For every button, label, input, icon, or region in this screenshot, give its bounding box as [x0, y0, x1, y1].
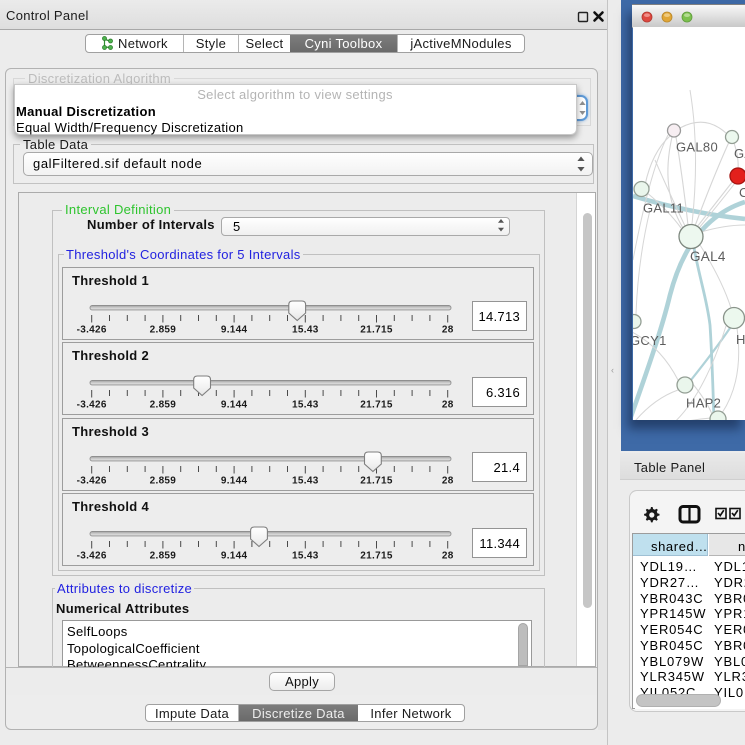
- svg-text:28: 28: [442, 551, 454, 562]
- svg-text:9.144: 9.144: [221, 475, 248, 486]
- svg-text:-3.426: -3.426: [77, 475, 107, 486]
- svg-text:GAL80: GAL80: [676, 140, 718, 155]
- svg-text:28: 28: [442, 400, 454, 411]
- svg-text:28: 28: [442, 324, 454, 335]
- svg-text:GAL4: GAL4: [690, 249, 726, 264]
- svg-text:9.144: 9.144: [221, 551, 248, 562]
- svg-text:C: C: [739, 185, 745, 200]
- svg-text:2.859: 2.859: [150, 400, 177, 411]
- svg-text:15.43: 15.43: [292, 324, 319, 335]
- svg-text:GAL11: GAL11: [643, 201, 684, 216]
- svg-text:21.715: 21.715: [360, 400, 393, 411]
- svg-text:9.144: 9.144: [221, 400, 248, 411]
- svg-text:-3.426: -3.426: [77, 400, 107, 411]
- svg-text:2.859: 2.859: [150, 475, 177, 486]
- svg-text:HAP2: HAP2: [686, 396, 721, 411]
- svg-text:GCY1: GCY1: [633, 333, 667, 348]
- svg-text:2.859: 2.859: [150, 551, 177, 562]
- svg-text:15.43: 15.43: [292, 400, 319, 411]
- svg-text:GA: GA: [734, 146, 745, 161]
- svg-text:H: H: [736, 332, 745, 347]
- svg-text:2.859: 2.859: [150, 324, 177, 335]
- svg-text:28: 28: [442, 475, 454, 486]
- svg-text:9.144: 9.144: [221, 324, 248, 335]
- svg-text:-3.426: -3.426: [77, 324, 107, 335]
- svg-text:21.715: 21.715: [360, 551, 393, 562]
- svg-text:21.715: 21.715: [360, 475, 393, 486]
- svg-text:15.43: 15.43: [292, 475, 319, 486]
- svg-text:-3.426: -3.426: [77, 551, 107, 562]
- svg-text:21.715: 21.715: [360, 324, 393, 335]
- svg-text:15.43: 15.43: [292, 551, 319, 562]
